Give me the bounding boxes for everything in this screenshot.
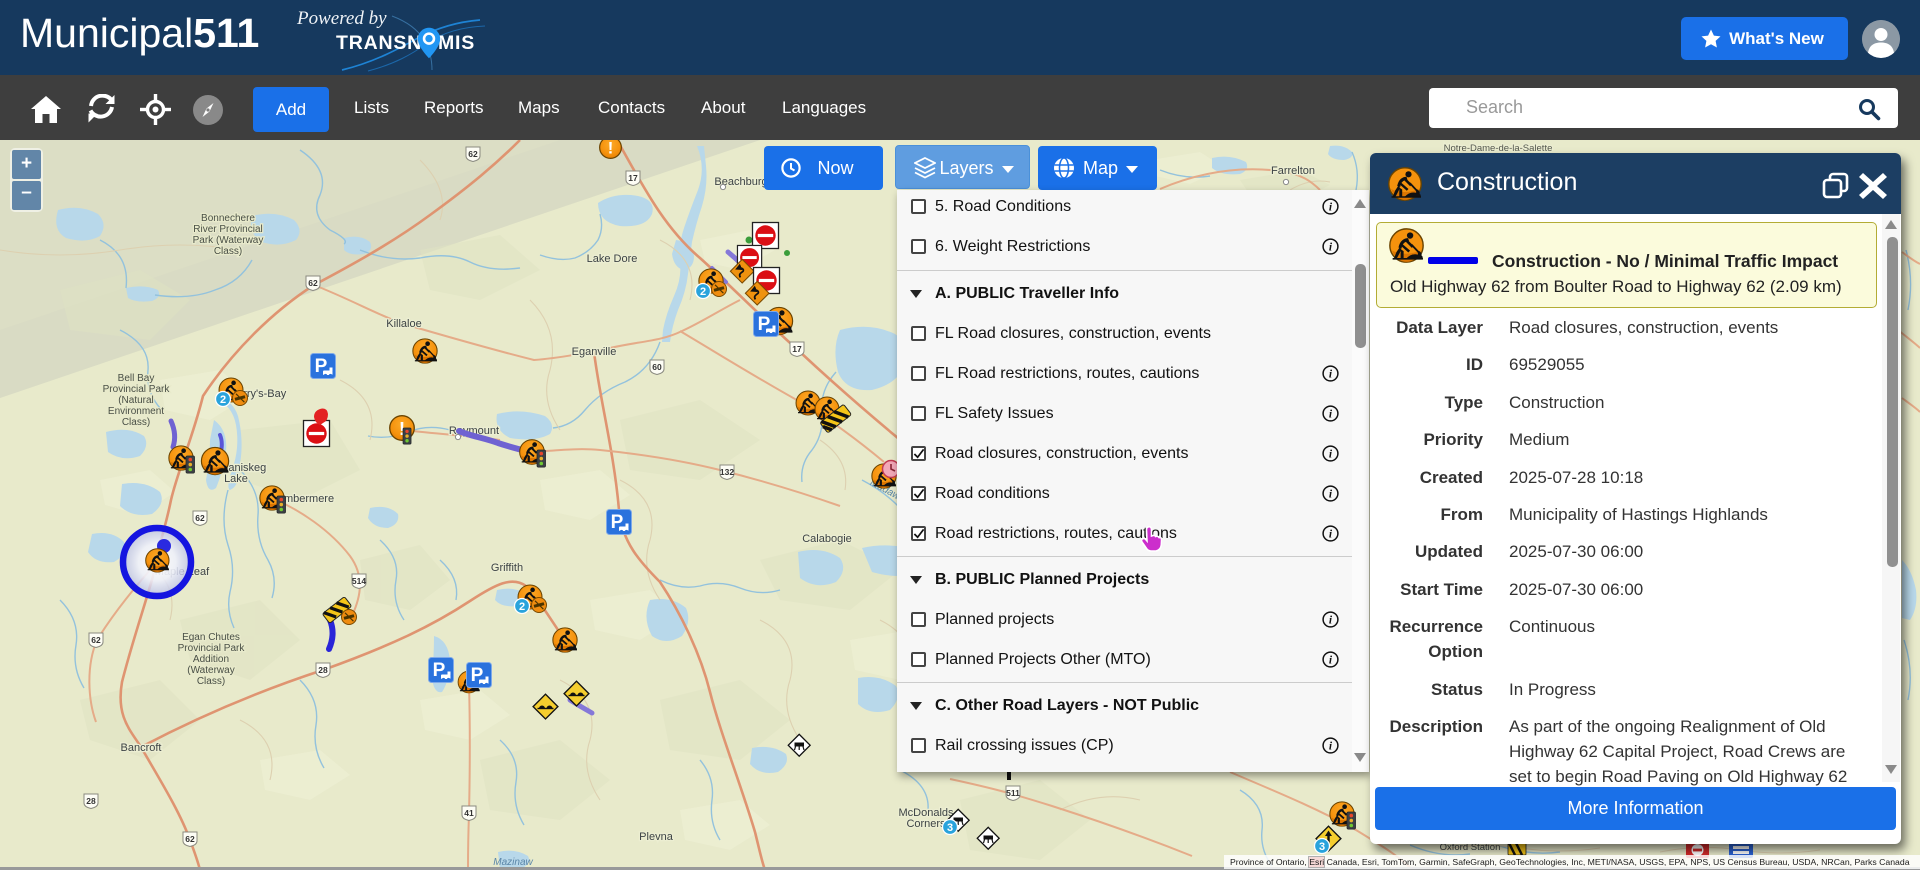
- svg-text:i: i: [1329, 489, 1333, 501]
- svg-text:Egan Chutes: Egan Chutes: [182, 632, 240, 643]
- svg-text:Eganville: Eganville: [572, 346, 617, 358]
- svg-text:i: i: [1329, 655, 1333, 667]
- svg-text:132: 132: [720, 467, 734, 477]
- svg-text:Calabogie: Calabogie: [802, 533, 852, 545]
- svg-text:Addition: Addition: [193, 654, 229, 665]
- svg-text:62: 62: [91, 635, 101, 645]
- svg-text:Griffith: Griffith: [491, 562, 523, 574]
- svg-text:Farrelton: Farrelton: [1271, 165, 1315, 177]
- svg-text:Bonnechere: Bonnechere: [201, 213, 255, 224]
- svg-text:Lake: Lake: [224, 473, 248, 485]
- svg-text:62: 62: [308, 278, 318, 288]
- svg-text:3: 3: [947, 822, 953, 834]
- svg-text:Corners: Corners: [906, 818, 946, 830]
- svg-text:i: i: [1329, 741, 1333, 753]
- svg-text:Provincial Park: Provincial Park: [178, 643, 246, 654]
- svg-text:514: 514: [352, 576, 366, 586]
- svg-text:Plevna: Plevna: [639, 831, 674, 843]
- svg-text:i: i: [1329, 409, 1333, 421]
- svg-text:Class): Class): [214, 246, 242, 257]
- svg-text:i: i: [1329, 202, 1333, 214]
- svg-text:28: 28: [318, 665, 328, 675]
- svg-text:i: i: [1329, 529, 1333, 541]
- svg-text:17: 17: [628, 173, 638, 183]
- svg-text:511: 511: [1006, 788, 1020, 798]
- svg-text:62: 62: [185, 834, 195, 844]
- svg-text:i: i: [1329, 615, 1333, 627]
- svg-text:60: 60: [652, 362, 662, 372]
- svg-text:i: i: [1329, 242, 1333, 254]
- svg-text:2: 2: [220, 394, 226, 406]
- svg-text:Killaloe: Killaloe: [386, 318, 421, 330]
- svg-text:Environment: Environment: [108, 406, 164, 417]
- svg-text:Class): Class): [197, 676, 225, 687]
- svg-text:Bell Bay: Bell Bay: [118, 373, 155, 384]
- svg-text:41: 41: [464, 808, 474, 818]
- svg-text:Park (Waterway: Park (Waterway: [193, 235, 264, 246]
- svg-text:62: 62: [195, 513, 205, 523]
- svg-text:Class): Class): [122, 417, 150, 428]
- svg-text:2: 2: [700, 286, 706, 298]
- svg-text:Provincial Park: Provincial Park: [103, 384, 171, 395]
- svg-text:(Natural: (Natural: [118, 395, 154, 406]
- svg-text:River Provincial: River Provincial: [193, 224, 262, 235]
- svg-text:Bancroft: Bancroft: [121, 742, 162, 754]
- svg-text:i: i: [1329, 369, 1333, 381]
- svg-text:3: 3: [1319, 841, 1325, 853]
- svg-text:62: 62: [468, 149, 478, 159]
- svg-text:(Waterway: (Waterway: [187, 665, 234, 676]
- svg-text:28: 28: [86, 796, 96, 806]
- svg-text:2: 2: [519, 601, 525, 613]
- svg-text:17: 17: [792, 344, 802, 354]
- svg-text:Lake Dore: Lake Dore: [587, 253, 638, 265]
- svg-text:i: i: [1329, 449, 1333, 461]
